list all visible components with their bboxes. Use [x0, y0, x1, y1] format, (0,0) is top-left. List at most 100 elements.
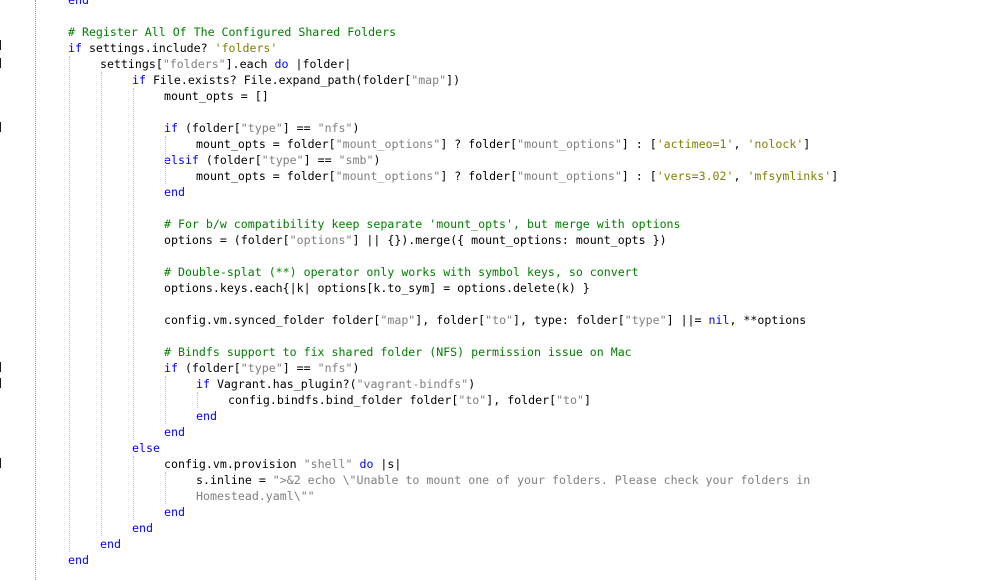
code-token: "map" [411, 73, 447, 87]
code-token: ] || {}).merge({ mount_options: mount_op… [352, 233, 667, 247]
code-line[interactable]: # Double-splat (**) operator only works … [164, 264, 639, 280]
code-token: (folder[ [198, 153, 262, 167]
code-token: if [196, 377, 210, 391]
code-token: ] ? folder[ [440, 169, 518, 183]
code-line[interactable]: mount_opts = folder["mount_options"] ? f… [196, 168, 838, 184]
code-line[interactable]: if (folder["type"] == "nfs") [164, 360, 359, 376]
code-token: end [196, 409, 217, 423]
code-token: 'folders' [214, 41, 278, 55]
code-token: , [733, 169, 748, 183]
code-line[interactable]: end [164, 184, 185, 200]
code-token: (folder[ [177, 121, 241, 135]
code-token: "mount_options" [517, 137, 622, 151]
code-token: ) [352, 121, 360, 135]
indent-guide [101, 72, 102, 536]
code-token: do [274, 57, 289, 71]
code-token: "type" [261, 153, 304, 167]
code-token: config.vm.synced_folder folder[ [164, 313, 381, 327]
code-line[interactable]: # Register All Of The Configured Shared … [68, 24, 396, 40]
code-token: 'vers=3.02' [656, 169, 734, 183]
code-token: ], folder[ [415, 313, 486, 327]
code-line[interactable]: end [132, 520, 153, 536]
code-line[interactable]: # Bindfs support to fix shared folder (N… [164, 344, 632, 360]
code-token: # Register All Of The Configured Shared … [68, 25, 397, 39]
indent-guide [197, 392, 198, 408]
code-token: "to" [485, 313, 514, 327]
code-line[interactable]: end [68, 552, 89, 568]
code-token: (folder[ [177, 361, 241, 375]
code-token: end [68, 0, 89, 7]
code-token: if [68, 41, 82, 55]
code-line[interactable]: if File.exists? File.expand_path(folder[… [132, 72, 460, 88]
code-line[interactable]: Homestead.yaml\"" [196, 488, 315, 504]
code-token: |s| [373, 457, 402, 471]
code-line[interactable]: if (folder["type"] == "nfs") [164, 120, 359, 136]
code-token: "nfs" [317, 121, 353, 135]
code-token: "type" [240, 361, 283, 375]
code-token: # Bindfs support to fix shared folder (N… [164, 345, 632, 359]
indent-guide [165, 472, 166, 504]
change-marker [0, 58, 1, 68]
code-line[interactable]: # For b/w compatibility keep separate 'm… [164, 216, 681, 232]
code-token: do [359, 457, 374, 471]
code-line[interactable]: settings["folders"].each do |folder| [100, 56, 351, 72]
code-token: ].each [225, 57, 275, 71]
code-token: mount_opts = folder[ [196, 169, 336, 183]
code-token: mount_opts = [] [164, 89, 269, 103]
code-line[interactable]: config.vm.synced_folder folder["map"], f… [164, 312, 806, 328]
code-token: ], type: folder[ [513, 313, 625, 327]
code-token: ">&2 echo \"Unable to mount one of your … [272, 473, 811, 487]
indent-guide [133, 456, 134, 520]
code-token: "vagrant-bindfs" [356, 377, 469, 391]
code-token: "mount_options" [335, 169, 441, 183]
code-token: 'mfsymlinks' [747, 169, 832, 183]
code-token: else [132, 441, 160, 455]
code-line[interactable]: mount_opts = folder["mount_options"] ? f… [196, 136, 810, 152]
code-line[interactable]: mount_opts = [] [164, 88, 269, 104]
code-token: config.vm.provision [164, 457, 304, 471]
code-line[interactable]: options = (folder["options"] || {}).merg… [164, 232, 667, 248]
code-token: File.exists? File.expand_path(folder[ [145, 73, 412, 87]
code-line[interactable]: end [196, 408, 217, 424]
code-token: ] [584, 393, 591, 407]
code-line[interactable]: end [68, 0, 89, 8]
code-line[interactable]: end [100, 536, 121, 552]
indent-guide [165, 376, 166, 424]
change-marker [0, 362, 1, 372]
code-token: ] == [303, 153, 339, 167]
code-token: options.keys.each{|k| options[k.to_sym] … [164, 281, 590, 295]
code-line[interactable]: options.keys.each{|k| options[k.to_sym] … [164, 280, 590, 296]
indent-guide [133, 88, 134, 440]
change-marker [0, 378, 1, 388]
code-line[interactable]: s.inline = ">&2 echo \"Unable to mount o… [196, 472, 810, 488]
code-line[interactable]: if settings.include? 'folders' [68, 40, 277, 56]
code-line[interactable]: elsif (folder["type"] == "smb") [164, 152, 380, 168]
code-token: ] : [ [621, 137, 657, 151]
indent-guide [69, 56, 70, 552]
code-line[interactable]: else [132, 440, 160, 456]
code-line[interactable]: config.bindfs.bind_folder folder["to"], … [228, 392, 591, 408]
code-token: ) [468, 377, 476, 391]
code-token: ] [831, 169, 839, 183]
code-token: "options" [289, 233, 353, 247]
code-line[interactable]: end [164, 504, 185, 520]
code-token: end [164, 505, 185, 519]
code-line[interactable]: if Vagrant.has_plugin?("vagrant-bindfs") [196, 376, 475, 392]
code-token: ] [803, 137, 811, 151]
code-line[interactable]: end [164, 424, 185, 440]
code-token: 'actimeo=1' [656, 137, 734, 151]
code-token: # Double-splat (**) operator only works … [164, 265, 639, 279]
code-editor[interactable]: end # Register All Of The Configured Shar… [0, 0, 981, 580]
code-token: end [68, 553, 89, 567]
code-token: "shell" [303, 457, 353, 471]
code-token: , [733, 137, 748, 151]
code-token: Vagrant.has_plugin?( [209, 377, 357, 391]
code-token: nil [708, 313, 730, 327]
code-token: "mount_options" [517, 169, 622, 183]
code-token: ) [373, 153, 381, 167]
code-token: ]) [446, 73, 461, 87]
code-token: end [164, 185, 185, 199]
code-token: "nfs" [317, 361, 353, 375]
code-line[interactable]: config.vm.provision "shell" do |s| [164, 456, 401, 472]
change-marker [0, 122, 1, 132]
